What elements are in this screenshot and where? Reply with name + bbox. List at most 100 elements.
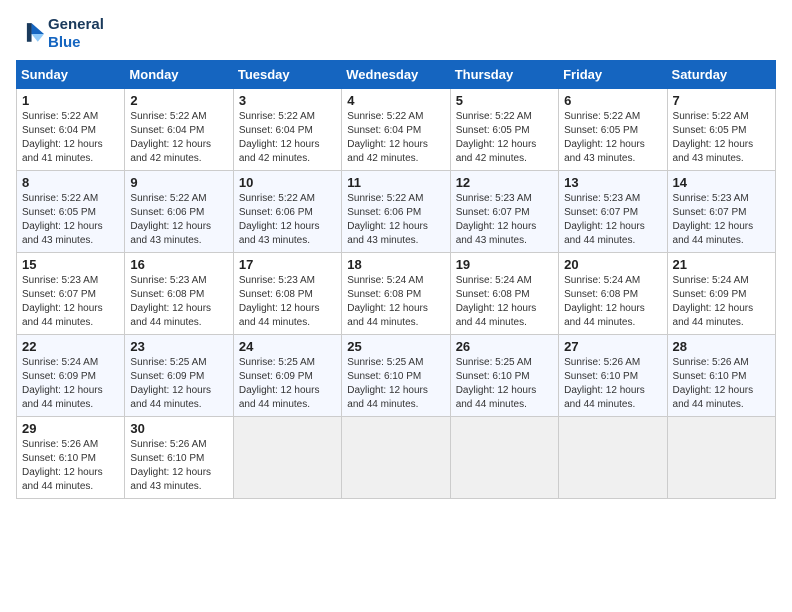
day-number: 22 — [22, 339, 119, 354]
calendar-cell: 13 Sunrise: 5:23 AMSunset: 6:07 PMDayligh… — [559, 171, 667, 253]
day-info: Sunrise: 5:22 AMSunset: 6:04 PMDaylight:… — [347, 110, 444, 166]
day-info: Sunrise: 5:22 AMSunset: 6:04 PMDaylight:… — [130, 110, 227, 166]
calendar-cell: 25Sunrise: 5:25 AMSunset: 6:10 PMDayligh… — [342, 335, 450, 417]
logo-text-general: General — [48, 16, 104, 34]
day-info: Sunrise: 5:26 AMSunset: 6:10 PMDaylight:… — [22, 438, 119, 494]
calendar-cell: 22Sunrise: 5:24 AMSunset: 6:09 PMDayligh… — [17, 335, 125, 417]
day-number: 25 — [347, 339, 444, 354]
logo-icon — [16, 20, 44, 48]
calendar-cell: 27Sunrise: 5:26 AMSunset: 6:10 PMDayligh… — [559, 335, 667, 417]
calendar-cell: 4 Sunrise: 5:22 AMSunset: 6:04 PMDaylight… — [342, 89, 450, 171]
calendar-cell: 17 Sunrise: 5:23 AMSunset: 6:08 PMDayligh… — [233, 253, 341, 335]
day-info: Sunrise: 5:24 AMSunset: 6:09 PMDaylight:… — [673, 274, 770, 330]
day-number: 5 — [456, 93, 553, 108]
day-number: 8 — [22, 175, 119, 190]
calendar-cell: 15 Sunrise: 5:23 AMSunset: 6:07 PMDayligh… — [17, 253, 125, 335]
day-number: 3 — [239, 93, 336, 108]
calendar-cell — [667, 417, 775, 499]
day-number: 30 — [130, 421, 227, 436]
day-info: Sunrise: 5:22 AMSunset: 6:04 PMDaylight:… — [22, 110, 119, 166]
calendar-cell: 24 Sunrise: 5:25 AMSunset: 6:09 PMDayligh… — [233, 335, 341, 417]
calendar-cell: 20 Sunrise: 5:24 AMSunset: 6:08 PMDayligh… — [559, 253, 667, 335]
calendar-cell: 10Sunrise: 5:22 AMSunset: 6:06 PMDayligh… — [233, 171, 341, 253]
calendar-cell: 30 Sunrise: 5:26 AMSunset: 6:10 PMDayligh… — [125, 417, 233, 499]
calendar-cell: 2 Sunrise: 5:22 AMSunset: 6:04 PMDaylight… — [125, 89, 233, 171]
weekday-header-friday: Friday — [559, 61, 667, 89]
weekday-header-thursday: Thursday — [450, 61, 558, 89]
weekday-header-monday: Monday — [125, 61, 233, 89]
logo: General Blue — [16, 16, 104, 52]
day-number: 4 — [347, 93, 444, 108]
day-number: 14 — [673, 175, 770, 190]
day-info: Sunrise: 5:23 AMSunset: 6:07 PMDaylight:… — [673, 192, 770, 248]
day-number: 21 — [673, 257, 770, 272]
logo-text-blue: Blue — [48, 34, 104, 52]
calendar-cell: 14 Sunrise: 5:23 AMSunset: 6:07 PMDayligh… — [667, 171, 775, 253]
day-number: 1 — [22, 93, 119, 108]
calendar-week-4: 22Sunrise: 5:24 AMSunset: 6:09 PMDayligh… — [17, 335, 776, 417]
day-number: 17 — [239, 257, 336, 272]
day-info: Sunrise: 5:23 AMSunset: 6:07 PMDaylight:… — [456, 192, 553, 248]
calendar-cell: 18Sunrise: 5:24 AMSunset: 6:08 PMDayligh… — [342, 253, 450, 335]
day-number: 12 — [456, 175, 553, 190]
day-info: Sunrise: 5:25 AMSunset: 6:10 PMDaylight:… — [456, 356, 553, 412]
weekday-header-tuesday: Tuesday — [233, 61, 341, 89]
day-number: 24 — [239, 339, 336, 354]
day-info: Sunrise: 5:26 AMSunset: 6:10 PMDaylight:… — [130, 438, 227, 494]
day-info: Sunrise: 5:23 AMSunset: 6:08 PMDaylight:… — [239, 274, 336, 330]
day-info: Sunrise: 5:22 AMSunset: 6:06 PMDaylight:… — [239, 192, 336, 248]
day-info: Sunrise: 5:22 AMSunset: 6:05 PMDaylight:… — [564, 110, 661, 166]
calendar-cell: 6Sunrise: 5:22 AMSunset: 6:05 PMDaylight… — [559, 89, 667, 171]
calendar-cell: 21 Sunrise: 5:24 AMSunset: 6:09 PMDayligh… — [667, 253, 775, 335]
day-number: 20 — [564, 257, 661, 272]
calendar-header: SundayMondayTuesdayWednesdayThursdayFrid… — [17, 61, 776, 89]
calendar-cell: 3 Sunrise: 5:22 AMSunset: 6:04 PMDaylight… — [233, 89, 341, 171]
day-number: 16 — [130, 257, 227, 272]
day-info: Sunrise: 5:26 AMSunset: 6:10 PMDaylight:… — [673, 356, 770, 412]
day-number: 28 — [673, 339, 770, 354]
day-number: 29 — [22, 421, 119, 436]
day-number: 19 — [456, 257, 553, 272]
day-info: Sunrise: 5:25 AMSunset: 6:09 PMDaylight:… — [239, 356, 336, 412]
calendar-cell — [450, 417, 558, 499]
day-info: Sunrise: 5:26 AMSunset: 6:10 PMDaylight:… — [564, 356, 661, 412]
day-number: 26 — [456, 339, 553, 354]
day-info: Sunrise: 5:22 AMSunset: 6:06 PMDaylight:… — [347, 192, 444, 248]
calendar-body: 1 Sunrise: 5:22 AMSunset: 6:04 PMDaylight… — [17, 89, 776, 499]
day-number: 9 — [130, 175, 227, 190]
day-info: Sunrise: 5:24 AMSunset: 6:08 PMDaylight:… — [564, 274, 661, 330]
day-info: Sunrise: 5:24 AMSunset: 6:08 PMDaylight:… — [456, 274, 553, 330]
calendar-cell: 11 Sunrise: 5:22 AMSunset: 6:06 PMDayligh… — [342, 171, 450, 253]
calendar-cell: 16Sunrise: 5:23 AMSunset: 6:08 PMDayligh… — [125, 253, 233, 335]
day-info: Sunrise: 5:22 AMSunset: 6:05 PMDaylight:… — [456, 110, 553, 166]
day-info: Sunrise: 5:22 AMSunset: 6:04 PMDaylight:… — [239, 110, 336, 166]
calendar-cell: 5 Sunrise: 5:22 AMSunset: 6:05 PMDaylight… — [450, 89, 558, 171]
calendar-cell: 7 Sunrise: 5:22 AMSunset: 6:05 PMDaylight… — [667, 89, 775, 171]
day-number: 15 — [22, 257, 119, 272]
calendar-cell: 9Sunrise: 5:22 AMSunset: 6:06 PMDaylight… — [125, 171, 233, 253]
calendar-cell: 1 Sunrise: 5:22 AMSunset: 6:04 PMDaylight… — [17, 89, 125, 171]
day-number: 2 — [130, 93, 227, 108]
day-info: Sunrise: 5:25 AMSunset: 6:09 PMDaylight:… — [130, 356, 227, 412]
calendar-week-2: 8Sunrise: 5:22 AMSunset: 6:05 PMDaylight… — [17, 171, 776, 253]
calendar-cell: 26 Sunrise: 5:25 AMSunset: 6:10 PMDayligh… — [450, 335, 558, 417]
day-number: 13 — [564, 175, 661, 190]
weekday-header-wednesday: Wednesday — [342, 61, 450, 89]
day-number: 7 — [673, 93, 770, 108]
day-number: 11 — [347, 175, 444, 190]
calendar-cell: 29 Sunrise: 5:26 AMSunset: 6:10 PMDayligh… — [17, 417, 125, 499]
calendar-cell: 19 Sunrise: 5:24 AMSunset: 6:08 PMDayligh… — [450, 253, 558, 335]
day-number: 23 — [130, 339, 227, 354]
day-info: Sunrise: 5:24 AMSunset: 6:08 PMDaylight:… — [347, 274, 444, 330]
calendar-week-5: 29 Sunrise: 5:26 AMSunset: 6:10 PMDayligh… — [17, 417, 776, 499]
day-info: Sunrise: 5:22 AMSunset: 6:05 PMDaylight:… — [673, 110, 770, 166]
calendar-cell — [559, 417, 667, 499]
day-info: Sunrise: 5:23 AMSunset: 6:07 PMDaylight:… — [22, 274, 119, 330]
calendar-cell: 28 Sunrise: 5:26 AMSunset: 6:10 PMDayligh… — [667, 335, 775, 417]
header: General Blue — [16, 16, 776, 52]
calendar-week-1: 1 Sunrise: 5:22 AMSunset: 6:04 PMDaylight… — [17, 89, 776, 171]
calendar-cell: 23 Sunrise: 5:25 AMSunset: 6:09 PMDayligh… — [125, 335, 233, 417]
calendar-week-3: 15 Sunrise: 5:23 AMSunset: 6:07 PMDayligh… — [17, 253, 776, 335]
weekday-header-saturday: Saturday — [667, 61, 775, 89]
day-info: Sunrise: 5:23 AMSunset: 6:07 PMDaylight:… — [564, 192, 661, 248]
